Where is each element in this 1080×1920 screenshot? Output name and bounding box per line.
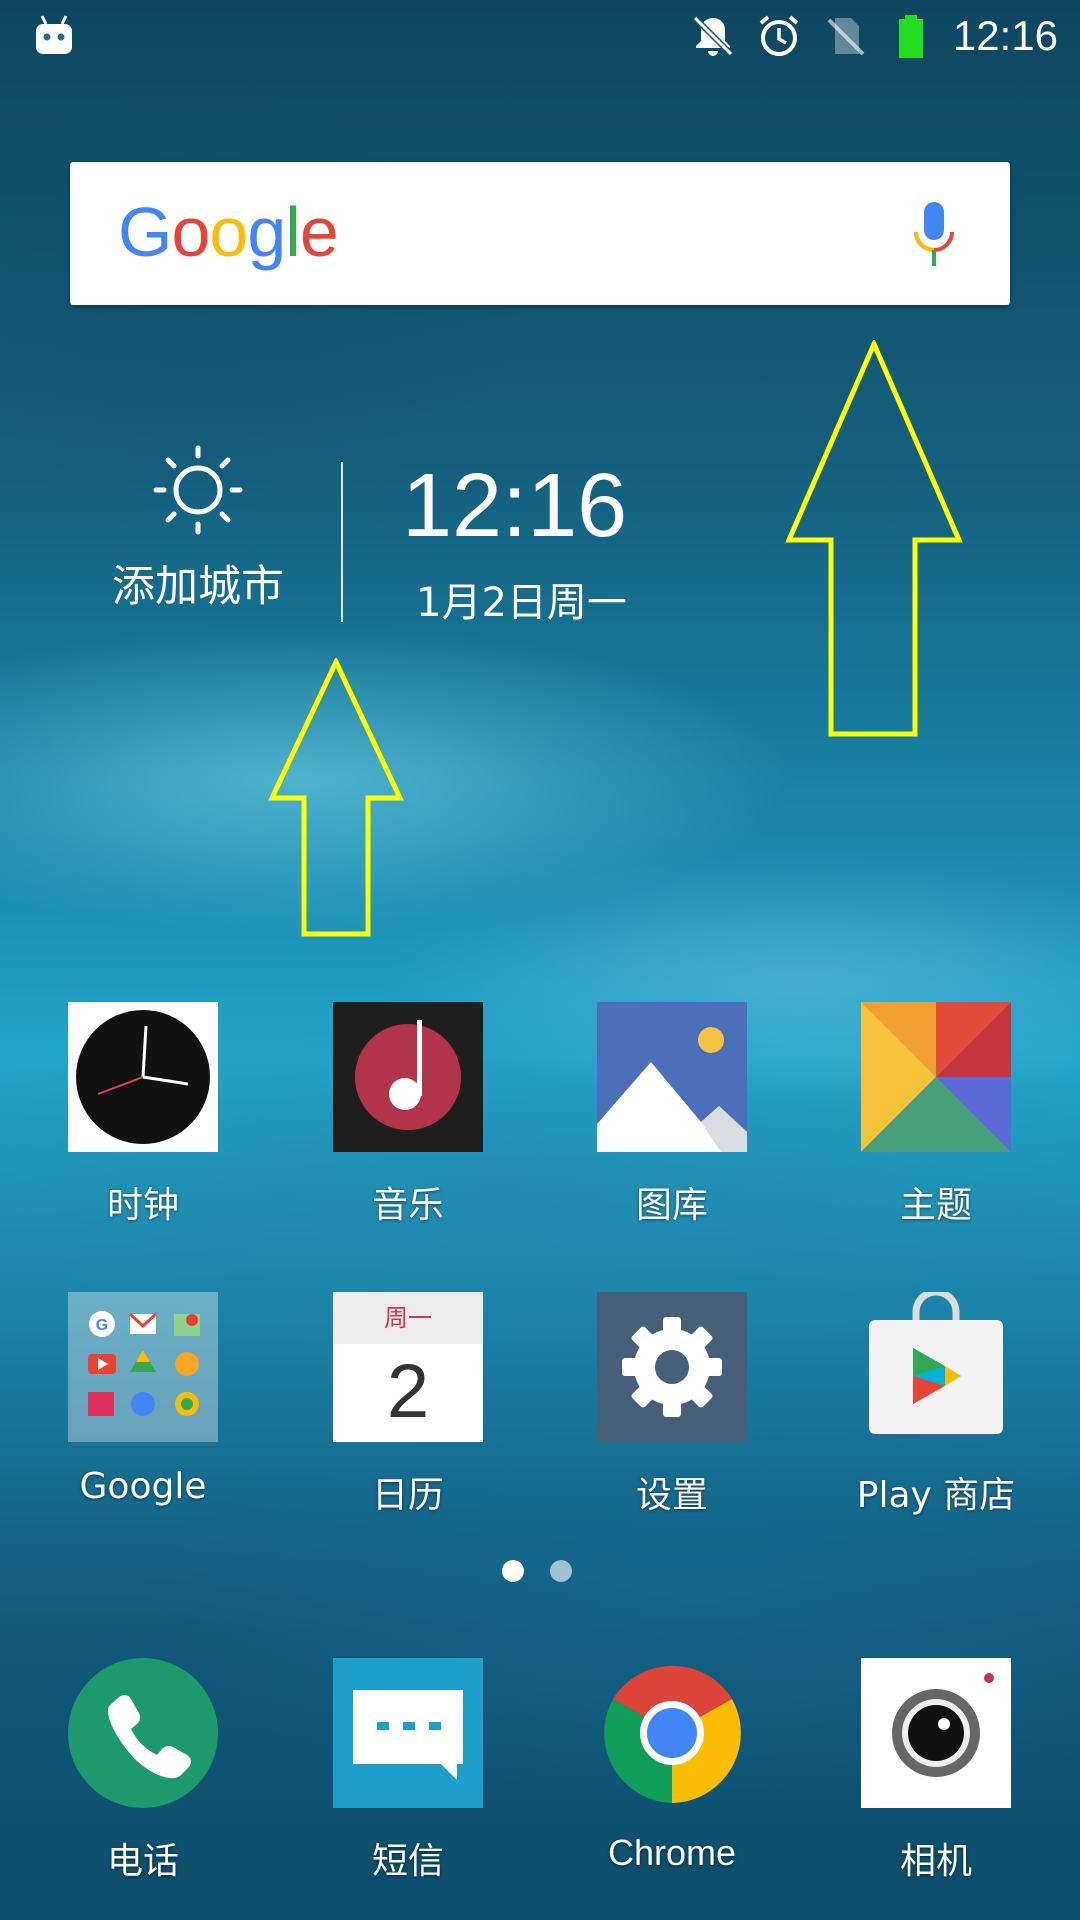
annotation-arrow-left: [268, 658, 404, 937]
app-label: 音乐: [371, 1185, 444, 1226]
dock-phone[interactable]: 电话: [28, 1658, 258, 1884]
google-folder-icon: G: [68, 1292, 218, 1442]
battery-full-icon: [898, 15, 923, 58]
app-label: 电话: [106, 1841, 179, 1882]
app-label: Chrome: [607, 1832, 737, 1873]
play-store-icon: [861, 1288, 1011, 1442]
app-gallery[interactable]: 图库: [557, 1002, 787, 1228]
app-google-folder[interactable]: G Google: [28, 1292, 258, 1507]
messages-icon: [333, 1658, 483, 1808]
app-calendar[interactable]: 周一 2 日历: [293, 1292, 523, 1518]
google-logo-letter: g: [247, 193, 286, 271]
calendar-day: 2: [386, 1349, 430, 1434]
app-label: Google: [79, 1466, 207, 1507]
google-logo-letter: l: [285, 193, 301, 271]
widget-clock-date: 1月2日周一: [416, 580, 627, 626]
widget-divider: [341, 462, 343, 622]
app-label: 图库: [635, 1185, 708, 1226]
weather-widget[interactable]: 添加城市: [88, 440, 308, 630]
add-city-label: 添加城市: [112, 562, 284, 612]
app-label: 日历: [371, 1475, 444, 1516]
svg-text:G: G: [96, 1317, 108, 1334]
status-bar: 12:16: [0, 0, 1080, 75]
calendar-weekday: 周一: [384, 1304, 432, 1332]
app-label: 短信: [371, 1841, 444, 1882]
app-label: 设置: [635, 1475, 708, 1516]
google-logo-letter: e: [299, 193, 339, 271]
app-label: 主题: [899, 1185, 972, 1226]
app-settings[interactable]: 设置: [557, 1292, 787, 1518]
status-time: 12:16: [952, 12, 1058, 59]
microphone-icon[interactable]: [912, 200, 956, 270]
page-indicator: [502, 1560, 572, 1582]
page-dot-active[interactable]: [502, 1560, 524, 1582]
theme-icon: [861, 1002, 1011, 1152]
sun-icon: [153, 445, 243, 535]
app-label: Play 商店: [856, 1475, 1016, 1516]
clock-icon: [68, 1002, 218, 1152]
google-search-bar[interactable]: Google: [70, 162, 1010, 305]
google-logo: Google: [118, 192, 339, 272]
app-label: 相机: [899, 1841, 972, 1882]
google-logo-letter: G: [118, 193, 172, 271]
alarm-icon: [759, 15, 799, 56]
bell-off-icon: [692, 15, 734, 57]
settings-icon: [597, 1292, 747, 1442]
google-logo-letter: o: [171, 193, 210, 271]
app-music[interactable]: 音乐: [293, 1002, 523, 1228]
dock-messages[interactable]: 短信: [293, 1658, 523, 1884]
calendar-header: 周一: [333, 1292, 483, 1344]
annotation-arrow-right: [785, 340, 963, 737]
android-icon: [36, 15, 72, 54]
widget-clock-time[interactable]: 12:16: [402, 455, 627, 558]
google-logo-letter: o: [209, 193, 248, 271]
chrome-icon: [597, 1658, 747, 1808]
app-clock[interactable]: 时钟: [28, 1002, 258, 1228]
app-theme[interactable]: 主题: [821, 1002, 1051, 1228]
music-icon: [333, 1002, 483, 1152]
camera-icon: [861, 1658, 1011, 1808]
app-label: 时钟: [106, 1185, 179, 1226]
no-sim-icon: [827, 18, 865, 56]
gallery-icon: [597, 1002, 747, 1152]
dock-chrome[interactable]: Chrome: [557, 1658, 787, 1874]
dock-camera[interactable]: 相机: [821, 1658, 1051, 1884]
page-dot[interactable]: [550, 1560, 572, 1582]
calendar-icon: 周一 2: [333, 1292, 483, 1442]
phone-icon: [68, 1658, 218, 1808]
app-play-store[interactable]: Play 商店: [821, 1288, 1051, 1518]
